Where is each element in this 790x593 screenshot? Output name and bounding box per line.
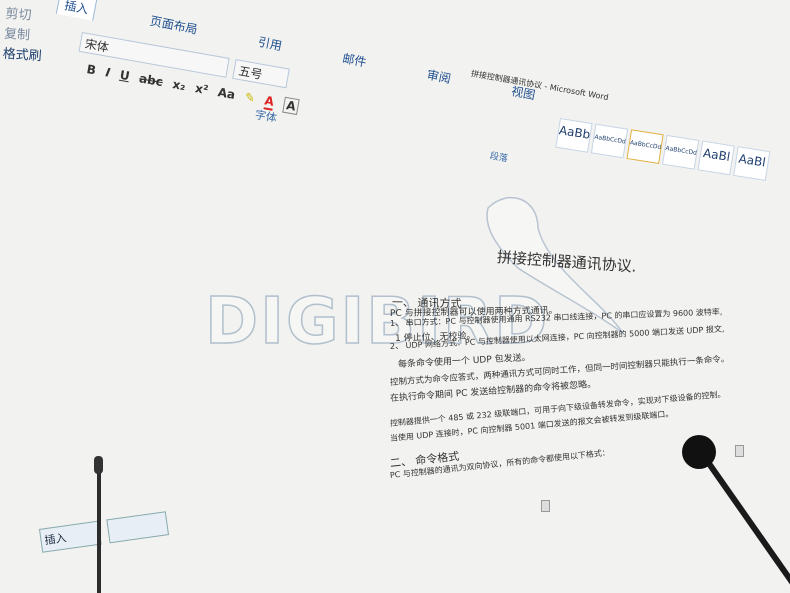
format-painter-button[interactable]: 格式刷 <box>2 45 42 68</box>
microphone-stand <box>97 462 101 593</box>
change-case-button[interactable]: Aa <box>216 85 237 104</box>
style-item[interactable]: AaBbCcDd <box>626 129 664 165</box>
bold-button[interactable]: B <box>85 62 97 79</box>
style-item[interactable]: AaBl <box>697 140 735 176</box>
char-shading-button[interactable]: A <box>282 96 300 116</box>
style-item[interactable]: AaBb <box>555 118 593 153</box>
style-item[interactable]: AaBl <box>733 146 771 181</box>
cut-button[interactable]: 剪切 <box>5 5 45 28</box>
clipboard-group: 剪切 复制 格式刷 <box>2 5 45 68</box>
copy-button[interactable]: 复制 <box>3 25 43 48</box>
wall-outlet <box>541 500 550 512</box>
wall-outlet <box>735 445 744 457</box>
microphone-icon <box>682 435 716 469</box>
subscript-button[interactable]: x₂ <box>171 77 186 95</box>
superscript-button[interactable]: x² <box>194 81 209 99</box>
microphone-icon <box>94 456 103 474</box>
italic-button[interactable]: I <box>104 65 111 82</box>
style-item[interactable]: AaBbCcDd <box>590 123 629 159</box>
underline-button[interactable]: U <box>118 68 131 85</box>
style-item[interactable]: AaBbCcDd <box>661 134 700 170</box>
highlight-button[interactable]: ✎ <box>243 90 256 108</box>
